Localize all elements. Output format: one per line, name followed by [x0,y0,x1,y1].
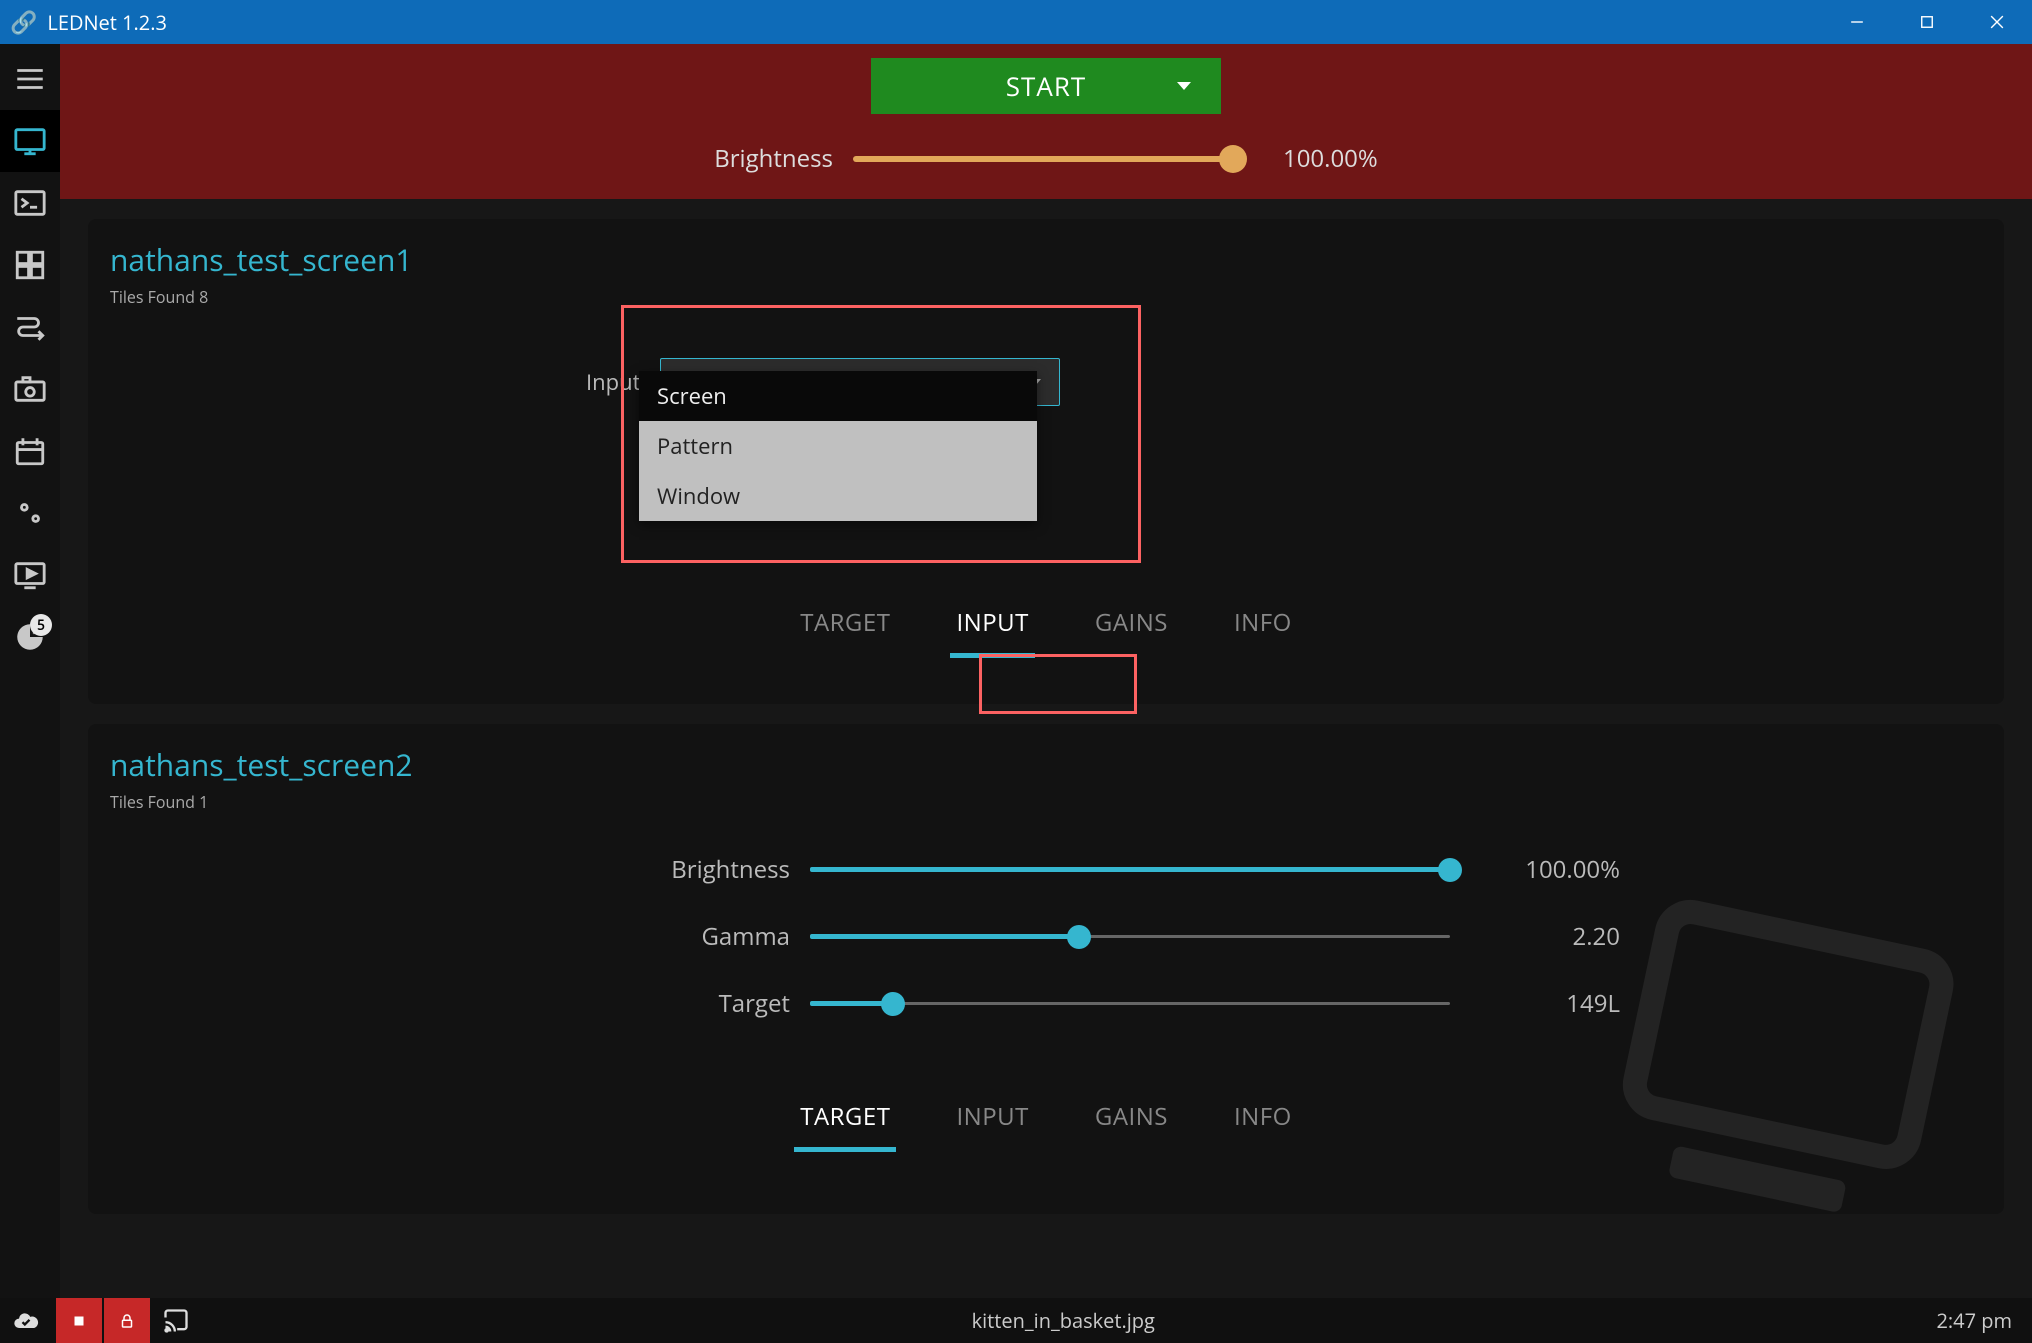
screen2-brightness-label: Brightness [630,853,790,886]
highlight-box-input-tab [979,654,1137,714]
status-stop-button[interactable] [56,1298,102,1343]
window-minimize-button[interactable] [1822,0,1892,44]
chevron-down-icon [1177,82,1191,90]
screen2-tab-input[interactable]: INPUT [950,1090,1034,1152]
status-bar: kitten_in_basket.jpg 2:47 pm [0,1298,2032,1343]
sidebar: 5 [0,44,60,1298]
screen2-target-slider[interactable] [810,1002,1450,1005]
slider-thumb[interactable] [1067,925,1091,949]
screen2-tab-gains[interactable]: GAINS [1089,1090,1174,1152]
input-option-window[interactable]: Window [639,471,1037,521]
input-select-label: Input [586,367,646,397]
screen1-tab-gains[interactable]: GAINS [1089,596,1174,658]
start-button[interactable]: START [871,58,1221,114]
status-filename: kitten_in_basket.jpg [190,1307,1936,1334]
screen2-gamma-slider[interactable] [810,935,1450,938]
window-maximize-button[interactable] [1892,0,1962,44]
sidebar-chart-icon[interactable]: 5 [0,606,60,668]
cast-icon[interactable] [162,1307,190,1335]
screen1-tab-input[interactable]: INPUT [950,596,1034,658]
app-link-icon: 🔗 [10,7,37,37]
screen-card-1: nathans_test_screen1 Tiles Found 8 Input… [88,219,2004,704]
status-time: 2:47 pm [1936,1307,2032,1334]
sidebar-camera-icon[interactable] [0,358,60,420]
title-bar: 🔗 LEDNet 1.2.3 [0,0,2032,44]
screen2-brightness-slider[interactable] [810,868,1450,871]
sidebar-route-icon[interactable] [0,296,60,358]
window-close-button[interactable] [1962,0,2032,44]
screen2-title: nathans_test_screen2 [110,744,1982,785]
screen-card-2: nathans_test_screen2 Tiles Found 1 Brigh… [88,724,2004,1214]
start-button-label: START [1006,68,1086,104]
input-option-pattern[interactable]: Pattern [639,421,1037,471]
slider-thumb[interactable] [881,992,905,1016]
sidebar-settings-icon[interactable] [0,482,60,544]
sidebar-calendar-icon[interactable] [0,420,60,482]
watermark-icon [1488,804,2032,1298]
screen2-gamma-label: Gamma [630,920,790,953]
sidebar-badge: 5 [30,614,52,636]
screen2-tab-info[interactable]: INFO [1228,1090,1298,1152]
sidebar-menu-icon[interactable] [0,48,60,110]
screen1-tab-info[interactable]: INFO [1228,596,1298,658]
status-lock-button[interactable] [104,1298,150,1343]
window-title: LEDNet 1.2.3 [47,9,1822,36]
slider-thumb[interactable] [1219,145,1247,173]
input-option-screen[interactable]: Screen [639,371,1037,421]
cloud-done-icon[interactable] [12,1307,40,1335]
global-brightness-value: 100.00% [1283,142,1378,175]
screen1-title: nathans_test_screen1 [110,239,1982,280]
screen2-target-label: Target [630,987,790,1020]
sidebar-play-icon[interactable] [0,544,60,606]
sidebar-terminal-icon[interactable] [0,172,60,234]
screen2-tab-target[interactable]: TARGET [794,1090,896,1152]
screen1-subtitle: Tiles Found 8 [110,286,1982,308]
slider-thumb[interactable] [1438,858,1462,882]
sidebar-grid-icon[interactable] [0,234,60,296]
top-control-panel: START Brightness 100.00% [60,44,2032,199]
global-brightness-slider[interactable] [853,156,1233,162]
input-select-dropdown: Screen Pattern Window [639,371,1037,521]
main-area: START Brightness 100.00% nathans_test_sc… [60,44,2032,1298]
screen2-subtitle: Tiles Found 1 [110,791,1982,813]
screen1-tab-target[interactable]: TARGET [794,596,896,658]
global-brightness-label: Brightness [714,142,833,175]
sidebar-monitor-icon[interactable] [0,110,60,172]
